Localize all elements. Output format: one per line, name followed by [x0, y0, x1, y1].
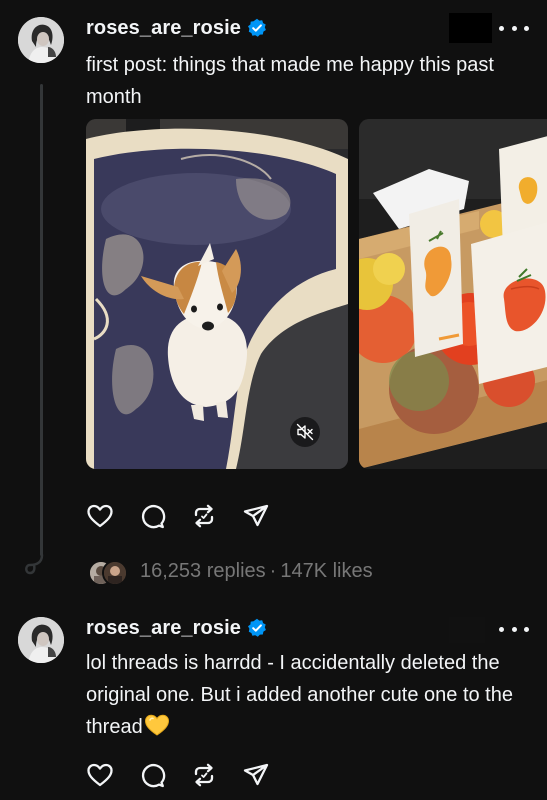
media-image-tomatoes[interactable]	[359, 119, 547, 469]
username[interactable]: roses_are_rosie	[86, 17, 241, 40]
send-icon[interactable]	[242, 502, 270, 530]
verified-badge-icon	[247, 618, 266, 637]
comment-icon[interactable]	[138, 502, 166, 530]
redacted-area	[449, 13, 492, 43]
post-header: roses_are_rosie	[86, 613, 267, 643]
more-options-icon[interactable]	[499, 18, 529, 38]
likes-count[interactable]: 147K likes	[280, 560, 372, 582]
heart-icon[interactable]	[86, 502, 114, 530]
avatar	[102, 560, 128, 586]
post-actions	[86, 761, 270, 789]
stats-text: 16,253 replies · 147K likes	[140, 560, 373, 583]
media-video-dog[interactable]	[86, 119, 348, 469]
avatar[interactable]	[18, 617, 64, 663]
thread-line	[40, 84, 43, 556]
more-options-icon[interactable]	[499, 619, 529, 639]
repost-icon[interactable]	[190, 502, 218, 530]
replier-avatars	[86, 558, 128, 586]
post-text: lol threads is harrdd - I accidentally d…	[86, 647, 538, 743]
thread-curl-icon	[25, 553, 44, 575]
media-carousel[interactable]	[86, 119, 547, 469]
verified-badge-icon	[247, 18, 266, 37]
mute-icon[interactable]	[290, 417, 320, 447]
post-header: roses_are_rosie	[86, 13, 267, 43]
heart-icon[interactable]	[86, 761, 114, 789]
comment-icon[interactable]	[138, 761, 166, 789]
yellow-heart-emoji	[144, 714, 170, 736]
username[interactable]: roses_are_rosie	[86, 617, 241, 640]
repost-icon[interactable]	[190, 761, 218, 789]
send-icon[interactable]	[242, 761, 270, 789]
post-actions	[86, 502, 270, 530]
post-text: first post: things that made me happy th…	[86, 54, 494, 108]
post-stats: 16,253 replies · 147K likes	[86, 556, 373, 586]
separator: ·	[269, 559, 277, 582]
avatar[interactable]	[18, 17, 64, 63]
threads-feed: roses_are_rosie first post: things that …	[0, 0, 547, 800]
replies-count[interactable]: 16,253 replies	[140, 560, 266, 582]
redacted-area	[449, 617, 485, 643]
